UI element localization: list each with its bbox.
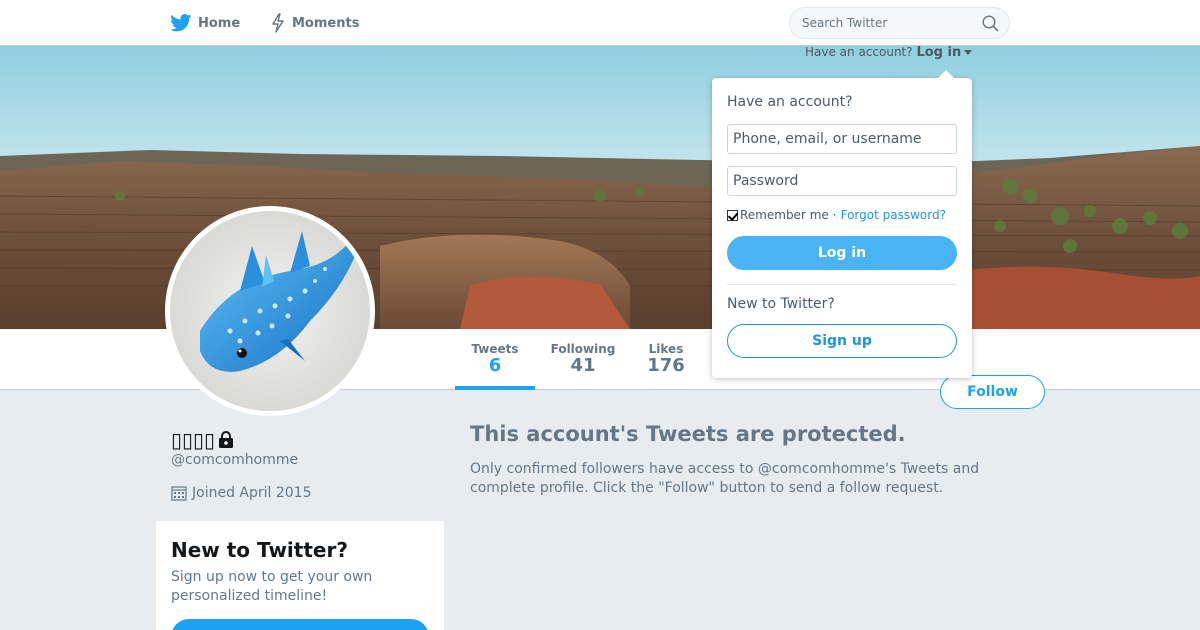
nav-home-label: Home [198, 15, 241, 31]
signup-button[interactable]: Sign up [727, 324, 957, 358]
joined-date: Joined April 2015 [171, 485, 312, 501]
remember-row: Remember me · Forgot password? [727, 208, 946, 222]
avatar[interactable] [165, 206, 375, 416]
signup-card-title: New to Twitter? [171, 538, 348, 562]
stat-following-count: 41 [570, 355, 596, 376]
stat-following-tab[interactable]: Following 41 [545, 329, 621, 390]
profile-name-text: ▯▯▯▯ [171, 428, 216, 452]
nav-moments-link[interactable]: Moments [270, 0, 359, 46]
username-field[interactable] [727, 124, 957, 154]
signup-card-body: Sign up now to get your own personalized… [171, 569, 373, 604]
stat-following-label: Following [550, 342, 616, 356]
stat-likes-tab[interactable]: Likes 176 [640, 329, 692, 390]
signup-card-button[interactable] [171, 619, 429, 630]
protected-body: Only confirmed followers have access to … [470, 461, 980, 496]
lock-icon [219, 431, 234, 448]
divider [727, 284, 957, 285]
twitter-bird-icon [170, 14, 192, 32]
login-toggle: Have an account? Log in [805, 45, 973, 60]
nav-home-link[interactable]: Home [170, 0, 240, 46]
profile-handle[interactable]: @comcomhomme [171, 452, 298, 468]
search-input[interactable] [790, 8, 980, 38]
joined-date-text: Joined April 2015 [192, 485, 312, 501]
protected-title: This account's Tweets are protected. [470, 422, 906, 446]
profile-name: ▯▯▯▯ [171, 428, 235, 452]
stat-likes-label: Likes [648, 342, 684, 356]
stat-tweets-tab[interactable]: Tweets 6 [455, 329, 535, 390]
search-icon[interactable] [982, 15, 999, 32]
nav-moments-label: Moments [292, 15, 360, 31]
login-dropdown: Have an account? Remember me · Forgot pa… [712, 70, 972, 378]
login-toggle-link[interactable]: Log in [916, 45, 961, 60]
follow-button[interactable]: Follow [940, 375, 1045, 409]
new-to-twitter-heading: New to Twitter? [727, 296, 835, 312]
caret-down-icon[interactable] [964, 50, 973, 55]
top-navigation-bar: Home Moments [0, 0, 1200, 46]
login-toggle-prompt: Have an account? [805, 45, 913, 59]
search-box [789, 7, 1010, 39]
lightning-icon [272, 13, 284, 33]
password-field[interactable] [727, 166, 957, 196]
separator-dot: · [832, 208, 837, 222]
forgot-password-link[interactable]: Forgot password? [841, 208, 946, 222]
remember-me-label[interactable]: Remember me [740, 208, 829, 222]
stat-likes-count: 176 [647, 355, 685, 376]
login-button[interactable]: Log in [727, 236, 957, 270]
login-dropdown-heading: Have an account? [727, 94, 853, 110]
stat-tweets-label: Tweets [471, 342, 519, 356]
signup-card: New to Twitter? Sign up now to get your … [156, 521, 444, 630]
stat-tweets-count: 6 [488, 355, 502, 376]
remember-me-checkbox[interactable] [727, 209, 738, 221]
calendar-icon [171, 486, 187, 501]
